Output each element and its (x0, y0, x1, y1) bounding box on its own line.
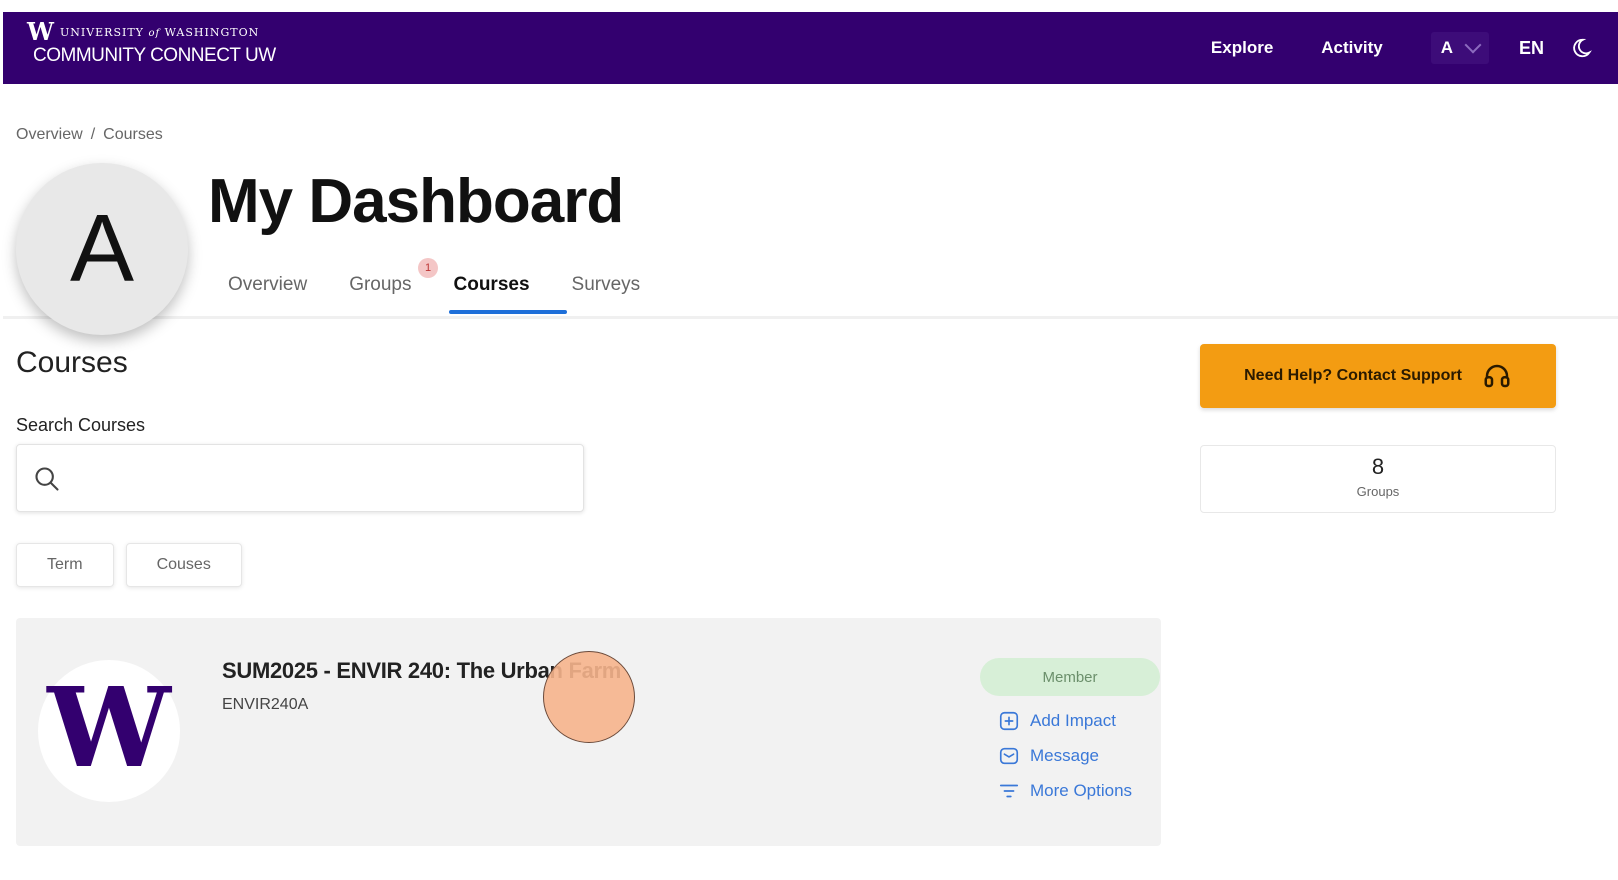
moon-icon[interactable] (1570, 37, 1592, 59)
app-name: COMMUNITY CONNECT UW (33, 45, 276, 66)
university-wordmark: UNIVERSITY of WASHINGTON (59, 25, 260, 39)
contact-support-label: Need Help? Contact Support (1244, 367, 1462, 384)
contact-support-button[interactable]: Need Help? Contact Support (1200, 344, 1556, 408)
nav-explore-link[interactable]: Explore (1211, 38, 1273, 58)
groups-count: 8 (1371, 454, 1385, 479)
click-indicator (543, 651, 635, 743)
course-code: ENVIR240A (222, 696, 309, 713)
membership-status-badge: Member (980, 658, 1160, 696)
groups-notification-badge: 1 (418, 258, 438, 278)
chevron-down-icon (1464, 36, 1482, 54)
plus-square-icon (999, 711, 1019, 731)
message-icon (999, 747, 1019, 765)
breadcrumb: Overview / Courses (16, 126, 163, 144)
groups-label: Groups (1356, 484, 1400, 499)
filter-term-button[interactable]: Term (16, 543, 114, 587)
breadcrumb-separator: / (90, 126, 96, 143)
filter-lines-icon (999, 784, 1019, 798)
tab-overview[interactable]: Overview (228, 268, 307, 314)
add-impact-label: Add Impact (1030, 711, 1116, 730)
language-selector[interactable]: EN (1519, 38, 1544, 59)
tabs-divider (3, 316, 1618, 319)
more-options-label: More Options (1030, 781, 1133, 800)
tab-surveys[interactable]: Surveys (572, 268, 641, 314)
search-courses-box[interactable] (16, 444, 584, 512)
message-label: Message (1030, 746, 1099, 765)
account-menu[interactable]: A (1430, 32, 1489, 64)
nav-activity-link[interactable]: Activity (1321, 38, 1382, 58)
groups-stat-card[interactable]: 8 Groups (1200, 445, 1556, 513)
page-title: My Dashboard (208, 167, 624, 236)
search-courses-input[interactable] (77, 455, 571, 501)
top-navigation-bar: W UNIVERSITY of WASHINGTON COMMUNITY CON… (3, 12, 1618, 84)
brand-logo[interactable]: W UNIVERSITY of WASHINGTON COMMUNITY CON… (27, 17, 276, 67)
breadcrumb-courses: Courses (103, 126, 163, 143)
active-tab-indicator (449, 310, 567, 314)
filter-courses-button[interactable]: Couses (125, 543, 242, 587)
uw-w-logo: W (47, 663, 171, 792)
course-filters: Term Couses (16, 543, 242, 587)
add-impact-button[interactable]: Add Impact (998, 710, 1116, 732)
tab-groups[interactable]: Groups (349, 268, 411, 314)
breadcrumb-overview[interactable]: Overview (16, 126, 83, 143)
uw-w-mark: W (27, 17, 54, 46)
courses-section-title: Courses (16, 346, 128, 379)
search-courses-label: Search Courses (16, 415, 146, 435)
dashboard-tabs: Overview Groups Courses Surveys (228, 268, 682, 314)
message-button[interactable]: Message (998, 745, 1099, 767)
course-logo: W (38, 660, 180, 802)
headset-icon (1484, 364, 1510, 388)
more-options-button[interactable]: More Options (998, 780, 1132, 802)
top-nav: Explore Activity A EN (1211, 12, 1618, 84)
account-avatar-letter: A (1440, 38, 1453, 57)
tab-courses[interactable]: Courses (454, 268, 530, 314)
search-icon (35, 467, 59, 491)
profile-avatar: A (16, 163, 188, 335)
